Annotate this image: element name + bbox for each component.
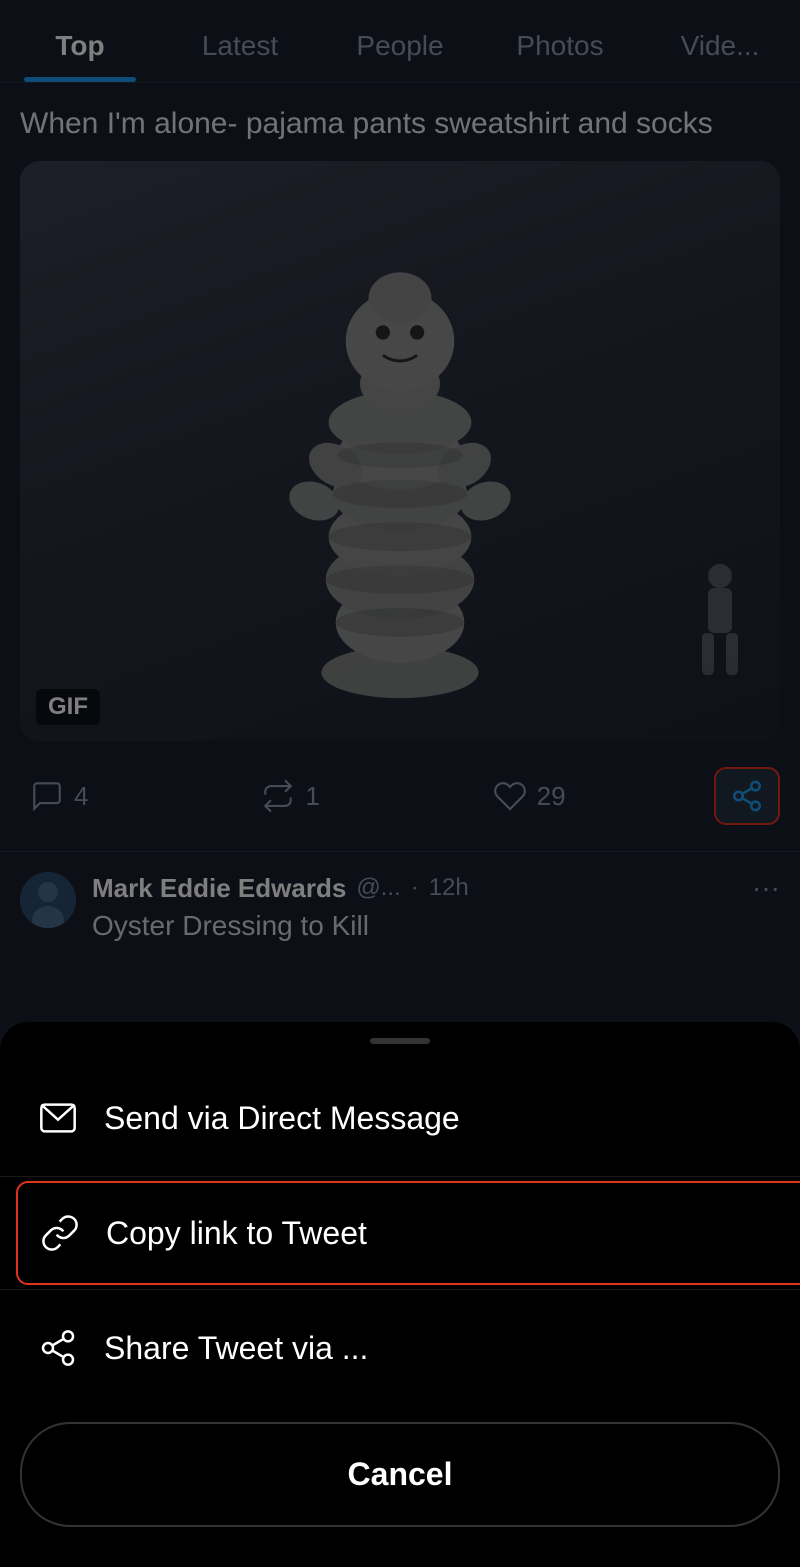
copy-link-button[interactable]: Copy link to Tweet	[16, 1181, 800, 1285]
divider-1	[0, 1176, 800, 1177]
share-icon	[36, 1326, 80, 1370]
send-dm-label: Send via Direct Message	[104, 1100, 460, 1137]
divider-2	[0, 1289, 800, 1290]
share-tweet-label: Share Tweet via ...	[104, 1330, 368, 1367]
cancel-button[interactable]: Cancel	[20, 1422, 780, 1527]
bottom-sheet-overlay[interactable]: Send via Direct Message Copy link to Twe…	[0, 0, 800, 1567]
sheet-handle	[370, 1038, 430, 1044]
mail-icon	[36, 1096, 80, 1140]
send-dm-button[interactable]: Send via Direct Message	[0, 1064, 800, 1172]
link-icon	[38, 1211, 82, 1255]
cancel-wrapper: Cancel	[0, 1402, 800, 1537]
share-tweet-button[interactable]: Share Tweet via ...	[0, 1294, 800, 1402]
copy-link-label: Copy link to Tweet	[106, 1215, 367, 1252]
bottom-sheet: Send via Direct Message Copy link to Twe…	[0, 1022, 800, 1567]
